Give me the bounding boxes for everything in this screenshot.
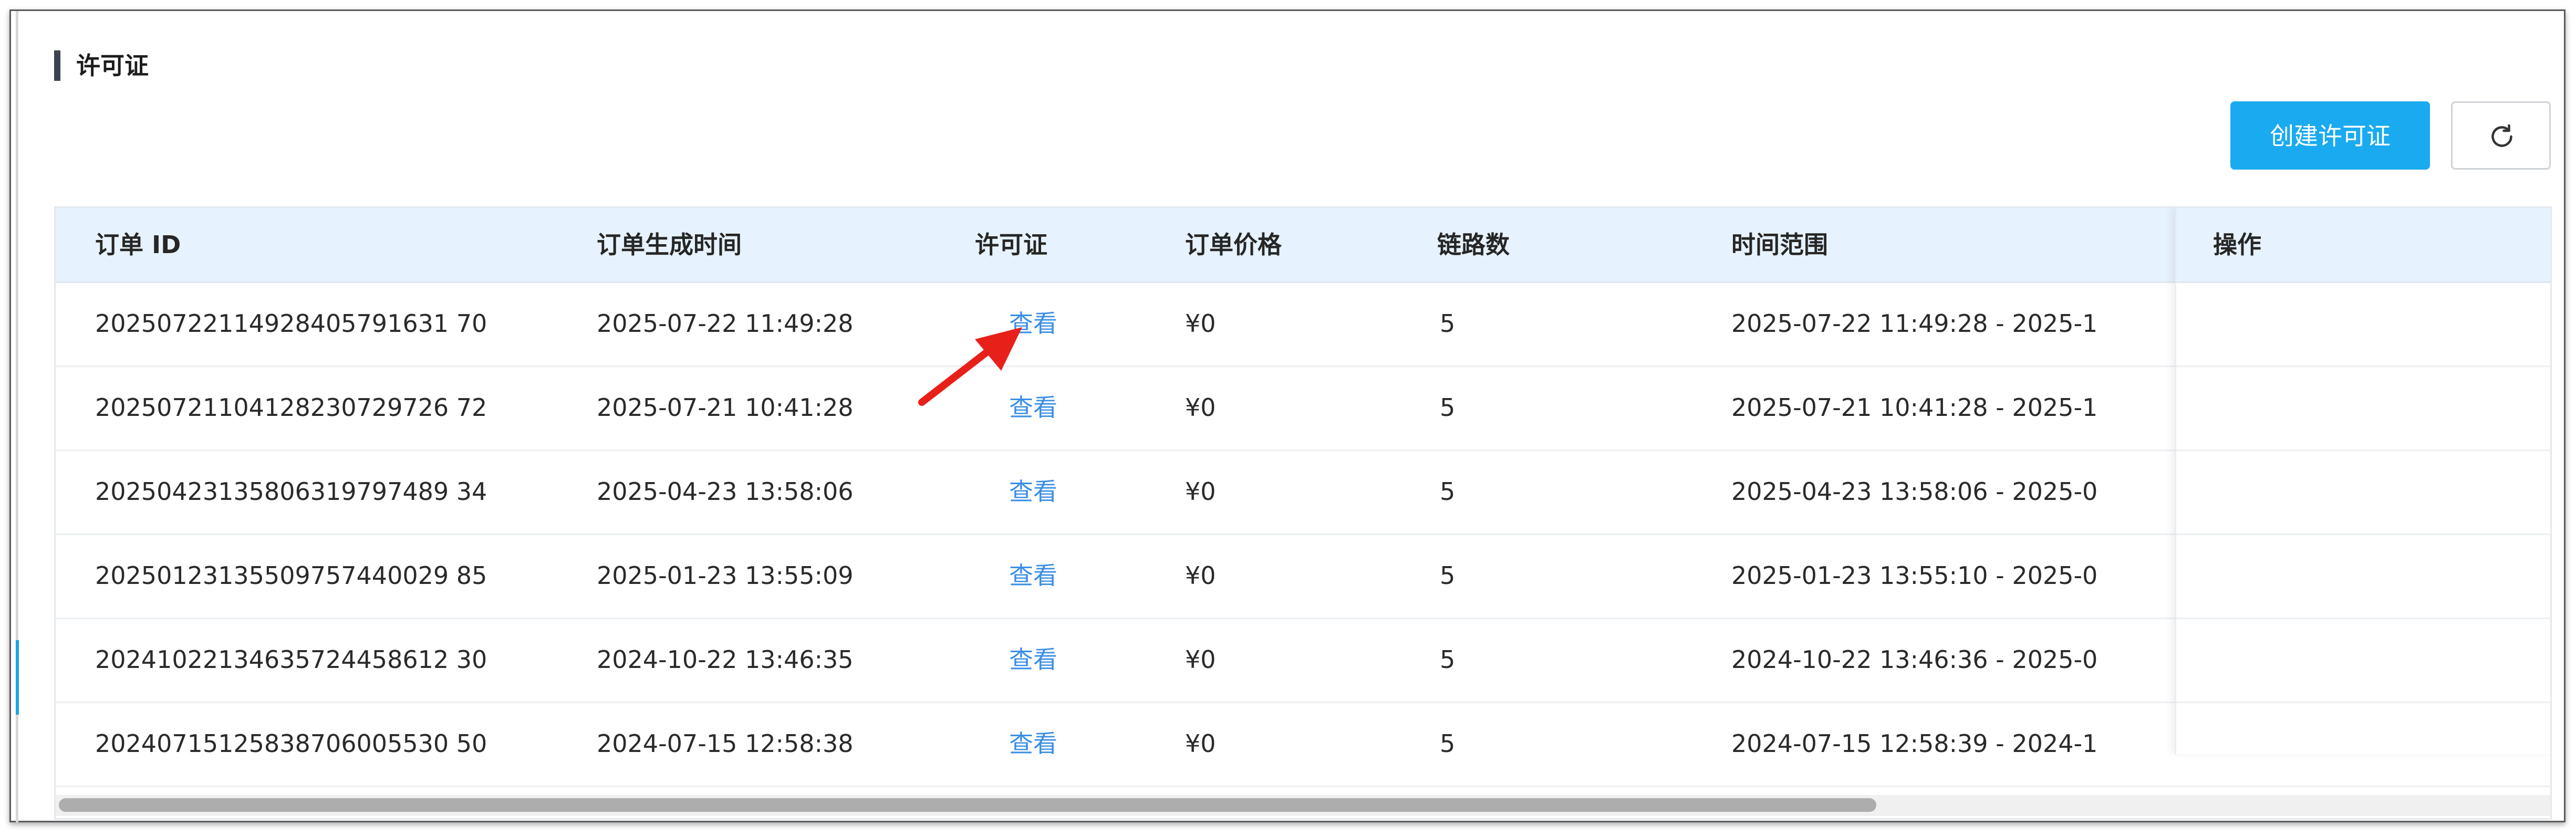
order-price: ¥0 xyxy=(1185,477,1216,506)
created-time: 2025-07-22 11:49:28 xyxy=(597,309,854,338)
order-price: ¥0 xyxy=(1185,393,1216,422)
order-id: 20250721104128230729726 72 xyxy=(95,393,487,422)
order-id: 20250722114928405791631 70 xyxy=(95,309,487,338)
order-id: 20241022134635724458612 30 xyxy=(95,645,487,674)
header-actions: 操作 xyxy=(2213,231,2261,259)
header-actions-cell: 操作 xyxy=(2176,208,2550,283)
action-cell xyxy=(2176,534,2550,619)
window-frame: 许可证 创建许可证 订单 ID 订单生成时间 许可证 订单价格 链路数 时间范围… xyxy=(9,9,2565,822)
time-range: 2025-07-22 11:49:28 - 2025-1 xyxy=(1731,309,2098,338)
header-time-range: 时间范围 xyxy=(1731,231,1828,259)
action-cell xyxy=(2176,702,2550,787)
link-count: 5 xyxy=(1440,477,1456,506)
header-order-id: 订单 ID xyxy=(95,231,181,259)
created-time: 2025-01-23 13:55:09 xyxy=(597,561,854,590)
page-title: 许可证 xyxy=(76,51,149,80)
link-count: 5 xyxy=(1440,309,1456,338)
created-time: 2024-07-15 12:58:38 xyxy=(597,729,854,758)
view-license-link[interactable]: 查看 xyxy=(1009,450,1057,534)
annotation-arrow-icon xyxy=(918,327,1022,406)
left-accent-indicator xyxy=(16,640,19,715)
link-count: 5 xyxy=(1440,729,1456,758)
view-license-link[interactable]: 查看 xyxy=(1009,618,1057,702)
view-license-link[interactable]: 查看 xyxy=(1009,702,1057,786)
header-created-time: 订单生成时间 xyxy=(597,231,742,259)
action-cell xyxy=(2176,450,2550,535)
time-range: 2024-10-22 13:46:36 - 2025-0 xyxy=(1731,645,2098,674)
header-links: 链路数 xyxy=(1437,231,1510,259)
order-id: 20240715125838706005530 50 xyxy=(95,729,487,758)
create-license-button[interactable]: 创建许可证 xyxy=(2230,101,2430,170)
refresh-button[interactable] xyxy=(2451,101,2551,170)
link-count: 5 xyxy=(1440,393,1456,422)
action-cell xyxy=(2176,281,2550,367)
view-license-link[interactable]: 查看 xyxy=(1009,534,1057,618)
section-title-bar xyxy=(54,50,60,81)
order-id: 20250423135806319797489 34 xyxy=(95,477,487,506)
license-table: 订单 ID 订单生成时间 许可证 订单价格 链路数 时间范围 202507221… xyxy=(54,206,2552,820)
actions-column: 操作 xyxy=(2175,208,2550,787)
action-cell xyxy=(2176,618,2550,703)
link-count: 5 xyxy=(1440,645,1456,674)
header-price: 订单价格 xyxy=(1185,231,1282,259)
action-cell xyxy=(2176,365,2550,451)
link-count: 5 xyxy=(1440,561,1456,590)
time-range: 2024-07-15 12:58:39 - 2024-1 xyxy=(1731,729,2098,758)
horizontal-scroll-thumb[interactable] xyxy=(59,798,1876,812)
time-range: 2025-04-23 13:58:06 - 2025-0 xyxy=(1731,477,2098,506)
time-range: 2025-07-21 10:41:28 - 2025-1 xyxy=(1731,393,2098,422)
created-time: 2025-07-21 10:41:28 xyxy=(597,393,854,422)
header-license: 许可证 xyxy=(975,231,1047,259)
created-time: 2025-04-23 13:58:06 xyxy=(597,477,854,506)
refresh-icon xyxy=(2491,124,2512,147)
time-range: 2025-01-23 13:55:10 - 2025-0 xyxy=(1731,561,2098,590)
order-price: ¥0 xyxy=(1185,729,1216,758)
order-price: ¥0 xyxy=(1185,309,1216,338)
order-price: ¥0 xyxy=(1185,561,1216,590)
order-price: ¥0 xyxy=(1185,645,1216,674)
order-id: 20250123135509757440029 85 xyxy=(95,561,487,590)
created-time: 2024-10-22 13:46:35 xyxy=(597,645,854,674)
